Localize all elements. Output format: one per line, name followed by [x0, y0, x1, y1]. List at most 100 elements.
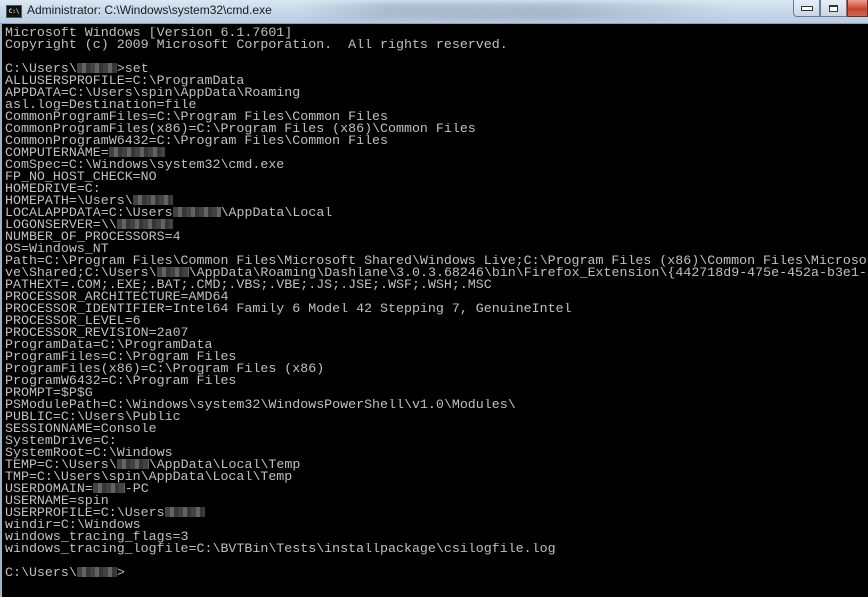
console-line: USERDOMAIN= -PC: [5, 483, 868, 495]
console-line-text: APPDATA=C:\Users\spin\AppData\Roaming: [5, 87, 301, 99]
console-line: ProgramW6432=C:\Program Files: [5, 375, 868, 387]
console-line: ComSpec=C:\Windows\system32\cmd.exe: [5, 159, 868, 171]
redacted-text: [172, 207, 221, 218]
console-line-text: SESSIONNAME=Console: [5, 423, 157, 435]
console-line-text: FP_NO_HOST_CHECK=NO: [5, 171, 157, 183]
console-line: Microsoft Windows [Version 6.1.7601]: [5, 27, 868, 39]
redacted-text: [116, 219, 173, 230]
console-line-text-after: -PC: [124, 483, 149, 495]
console-line: TMP=C:\Users\spin\AppData\Local\Temp: [5, 471, 868, 483]
console-line-text-after: \AppData\Local\Temp: [148, 459, 301, 471]
cmd-icon[interactable]: C:\: [6, 5, 22, 18]
console-line: USERPROFILE=C:\Users: [5, 507, 868, 519]
window-controls: [793, 0, 868, 18]
console-line-text: ComSpec=C:\Windows\system32\cmd.exe: [5, 159, 285, 171]
console-line: PROCESSOR_LEVEL=6: [5, 315, 868, 327]
console-line: CommonProgramFiles=C:\Program Files\Comm…: [5, 111, 868, 123]
console-line-text: C:\Users\: [5, 63, 77, 75]
console-output[interactable]: Microsoft Windows [Version 6.1.7601] Copy…: [0, 24, 868, 597]
console-line: LOCALAPPDATA=C:\Users \AppData\Local: [5, 207, 868, 219]
console-line-text: PUBLIC=C:\Users\Public: [5, 411, 181, 423]
redacted-text: [92, 483, 125, 494]
console-line-text-after: \AppData\Roaming\Dashlane\3.0.3.68246\bi…: [188, 267, 867, 279]
console-line-text: NUMBER_OF_PROCESSORS=4: [5, 231, 181, 243]
console-line: OS=Windows_NT: [5, 243, 868, 255]
console-line-text: windows_tracing_flags=3: [5, 531, 189, 543]
console-line: CommonProgramFiles(x86)=C:\Program Files…: [5, 123, 868, 135]
close-button[interactable]: [847, 0, 868, 17]
maximize-button[interactable]: [820, 0, 847, 17]
console-line-text: Microsoft Windows [Version 6.1.7601]: [5, 27, 293, 39]
window-title: Administrator: C:\Windows\system32\cmd.e…: [27, 3, 272, 17]
console-line-text: PATHEXT=.COM;.EXE;.BAT;.CMD;.VBS;.VBE;.J…: [5, 279, 492, 291]
console-line-text: LOGONSERVER=\\: [5, 219, 117, 231]
minimize-button[interactable]: [793, 0, 820, 17]
console-line-text: CommonProgramW6432=C:\Program Files\Comm…: [5, 135, 389, 147]
console-line-text: COMPUTERNAME=: [5, 147, 109, 159]
console-line: ProgramData=C:\ProgramData: [5, 339, 868, 351]
console-line: PATHEXT=.COM;.EXE;.BAT;.CMD;.VBS;.VBE;.J…: [5, 279, 868, 291]
console-line-text: asl.log=Destination=file: [5, 99, 197, 111]
console-line: ve\Shared;C:\Users\ \AppData\Roaming\Dash…: [5, 267, 868, 279]
console-line: windows_tracing_flags=3: [5, 531, 868, 543]
console-line-text: USERDOMAIN=: [5, 483, 93, 495]
console-line-text: windows_tracing_logfile=C:\BVTBin\Tests\…: [5, 543, 556, 555]
console-line-text: LOCALAPPDATA=C:\Users: [5, 207, 173, 219]
console-line: ProgramFiles(x86)=C:\Program Files (x86): [5, 363, 868, 375]
console-line: NUMBER_OF_PROCESSORS=4: [5, 231, 868, 243]
redacted-text: [108, 147, 165, 158]
console-line-text: Path=C:\Program Files\Common Files\Micro…: [5, 255, 867, 267]
console-line-text: SystemDrive=C:: [5, 435, 117, 447]
console-line-text: HOMEDRIVE=C:: [5, 183, 101, 195]
console-line: asl.log=Destination=file: [5, 99, 868, 111]
console-line-text: OS=Windows_NT: [5, 243, 109, 255]
console-line: PROCESSOR_REVISION=2a07: [5, 327, 868, 339]
console-line-text: ProgramData=C:\ProgramData: [5, 339, 213, 351]
console-line-text: ProgramFiles=C:\Program Files: [5, 351, 237, 363]
console-line: PROCESSOR_ARCHITECTURE=AMD64: [5, 291, 868, 303]
console-line: LOGONSERVER=\\: [5, 219, 868, 231]
title-bar[interactable]: C:\ Administrator: C:\Windows\system32\c…: [0, 0, 868, 24]
console-line-text: PROCESSOR_REVISION=2a07: [5, 327, 189, 339]
console-line: CommonProgramW6432=C:\Program Files\Comm…: [5, 135, 868, 147]
console-line-text-after: >: [116, 567, 125, 579]
console-line-text: CommonProgramFiles=C:\Program Files\Comm…: [5, 111, 389, 123]
console-line-text: ProgramFiles(x86)=C:\Program Files (x86): [5, 363, 325, 375]
console-line-text: HOMEPATH=\Users\: [5, 195, 133, 207]
console-line: ALLUSERSPROFILE=C:\ProgramData: [5, 75, 868, 87]
console-line: ProgramFiles=C:\Program Files: [5, 351, 868, 363]
blurred-background-tabs: [300, 2, 730, 20]
console-line-text: CommonProgramFiles(x86)=C:\Program Files…: [5, 123, 476, 135]
console-line: PUBLIC=C:\Users\Public: [5, 411, 868, 423]
console-line: SESSIONNAME=Console: [5, 423, 868, 435]
console-line-text: PROCESSOR_IDENTIFIER=Intel64 Family 6 Mo…: [5, 303, 572, 315]
redacted-text: [116, 459, 149, 470]
redacted-text: [132, 195, 173, 206]
console-line: Copyright (c) 2009 Microsoft Corporation…: [5, 39, 868, 51]
console-line-text: PROMPT=$P$G: [5, 387, 93, 399]
console-line-text-after: >set: [116, 63, 149, 75]
console-line: APPDATA=C:\Users\spin\AppData\Roaming: [5, 87, 868, 99]
console-line: PROMPT=$P$G: [5, 387, 868, 399]
console-line-text: Copyright (c) 2009 Microsoft Corporation…: [5, 39, 508, 51]
console-line: windows_tracing_logfile=C:\BVTBin\Tests\…: [5, 543, 868, 555]
console-line-text: ALLUSERSPROFILE=C:\ProgramData: [5, 75, 245, 87]
redacted-text: [156, 267, 189, 278]
console-line: COMPUTERNAME=: [5, 147, 868, 159]
console-line-text: TMP=C:\Users\spin\AppData\Local\Temp: [5, 471, 293, 483]
console-line-text: ve\Shared;C:\Users\: [5, 267, 157, 279]
console-line: PSModulePath=C:\Windows\system32\Windows…: [5, 399, 868, 411]
console-line: windir=C:\Windows: [5, 519, 868, 531]
console-line-text: windir=C:\Windows: [5, 519, 141, 531]
console-line: FP_NO_HOST_CHECK=NO: [5, 171, 868, 183]
console-line-text: SystemRoot=C:\Windows: [5, 447, 173, 459]
console-line: TEMP=C:\Users\ \AppData\Local\Temp: [5, 459, 868, 471]
console-line: Path=C:\Program Files\Common Files\Micro…: [5, 255, 868, 267]
console-line-text: PSModulePath=C:\Windows\system32\Windows…: [5, 399, 516, 411]
console-line: HOMEDRIVE=C:: [5, 183, 868, 195]
console-line: C:\Users\ >set: [5, 63, 868, 75]
redacted-text: [164, 507, 205, 518]
console-line: HOMEPATH=\Users\: [5, 195, 868, 207]
